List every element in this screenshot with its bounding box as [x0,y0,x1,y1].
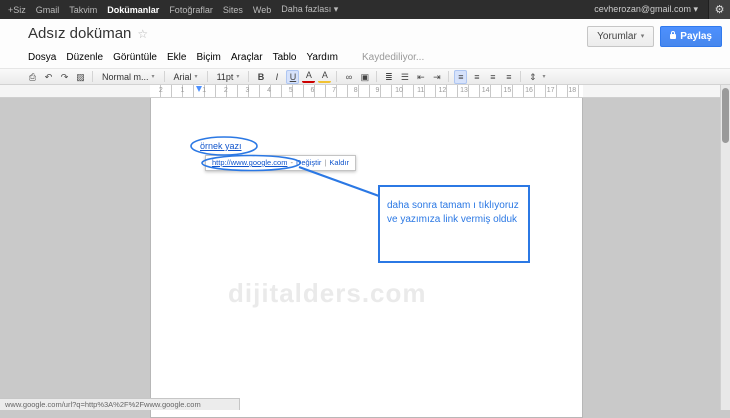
google-bar: +Siz Gmail Takvim Dokümanlar Fotoğraflar… [0,0,730,19]
document-title[interactable]: Adsız doküman [28,25,131,42]
underline-icon[interactable]: U [286,70,299,84]
chevron-down-icon: ▾ [542,73,545,80]
highlight-color-icon[interactable]: A [318,70,331,83]
annotation-callout-box: daha sonra tamam ı tıklıyoruz ve yazımız… [378,185,530,263]
menu-format[interactable]: Biçim [196,52,220,63]
gear-icon[interactable]: ⚙ [708,0,730,19]
toolbar-separator [336,71,337,82]
topbar-item-web[interactable]: Web [253,5,271,15]
toolbar-separator [164,71,165,82]
menu-file[interactable]: Dosya [28,52,56,63]
italic-icon[interactable]: I [270,70,283,84]
toolbar-separator [376,71,377,82]
comments-button-label: Yorumlar [597,27,637,46]
chevron-down-icon: ▾ [195,73,198,80]
chevron-down-icon: ▾ [152,73,155,80]
watermark-text: dijitalders.com [228,278,427,309]
ruler-strip: 2 1 1 2 3 4 5 6 7 8 9 10 11 12 13 14 15 … [150,85,583,97]
lock-icon [670,34,676,39]
outdent-icon[interactable]: ⇤ [414,70,427,84]
toolbar-separator [207,71,208,82]
document-link-text[interactable]: örnek yazı [200,141,242,151]
link-bubble-change[interactable]: Değiştir [296,156,321,170]
print-icon[interactable]: ⎙ [26,70,39,84]
document-canvas [0,98,730,410]
share-button[interactable]: Paylaş [660,26,722,47]
menu-tools[interactable]: Araçlar [231,52,263,63]
indent-icon[interactable]: ⇥ [430,70,443,84]
status-url-text: www.google.com/url?q=http%3A%2F%2Fwww.go… [5,400,201,409]
topbar-item-more[interactable]: Daha fazlası ▾ [281,4,338,15]
font-family-value: Arial [174,72,192,82]
indent-marker[interactable] [196,86,202,92]
align-left-icon[interactable]: ≡ [454,70,467,84]
bullet-list-icon[interactable]: ☰ [398,70,411,84]
topbar-item-sites[interactable]: Sites [223,5,243,15]
menu-edit[interactable]: Düzenle [66,52,103,63]
annotation-line-1: daha sonra tamam ı tıklıyoruz [387,199,522,213]
annotation-line-2: ve yazımıza link vermiş olduk [387,213,522,227]
topbar-item-photos[interactable]: Fotoğraflar [169,5,213,15]
vertical-scrollbar[interactable] [720,85,730,410]
menu-insert[interactable]: Ekle [167,52,186,63]
line-spacing-icon[interactable]: ⇕ [526,70,539,84]
chevron-down-icon: ▾ [641,27,645,46]
link-bubble-dash: - [290,156,293,170]
font-size-dropdown[interactable]: 11pt ▾ [213,70,244,84]
redo-icon[interactable]: ↷ [58,70,71,84]
chevron-down-icon: ▾ [236,73,239,80]
font-size-value: 11pt [217,72,234,82]
menu-bar: Dosya Düzenle Görüntüle Ekle Biçim Araçl… [28,52,424,63]
menu-table[interactable]: Tablo [273,52,297,63]
scrollbar-thumb[interactable] [722,88,729,143]
font-family-dropdown[interactable]: Arial ▾ [170,70,202,84]
star-icon[interactable]: ☆ [137,27,148,41]
insert-image-icon[interactable]: ▣ [358,70,371,84]
status-url-bar: www.google.com/url?q=http%3A%2F%2Fwww.go… [0,398,240,410]
topbar-item-gmail[interactable]: Gmail [36,5,60,15]
share-button-label: Paylaş [680,27,712,46]
link-bubble-pipe: | [324,156,326,170]
link-bubble: http://www.google.com - Değiştir | Kaldı… [205,155,356,171]
align-center-icon[interactable]: ≡ [470,70,483,84]
toolbar-separator [248,71,249,82]
toolbar-separator [448,71,449,82]
paragraph-style-value: Normal m... [102,72,149,82]
topbar-item-documents[interactable]: Dokümanlar [107,5,159,15]
toolbar: ⎙ ↶ ↷ ▨ Normal m... ▾ Arial ▾ 11pt ▾ B I… [0,68,730,85]
comments-button[interactable]: Yorumlar ▾ [587,26,654,47]
paragraph-style-dropdown[interactable]: Normal m... ▾ [98,70,159,84]
text-color-icon[interactable]: A [302,70,315,83]
undo-icon[interactable]: ↶ [42,70,55,84]
paint-format-icon[interactable]: ▨ [74,70,87,84]
ruler: 2 1 1 2 3 4 5 6 7 8 9 10 11 12 13 14 15 … [0,85,720,98]
menu-view[interactable]: Görüntüle [113,52,157,63]
topbar-item-plus-you[interactable]: +Siz [8,5,26,15]
link-bubble-url[interactable]: http://www.google.com [212,156,287,170]
account-menu[interactable]: cevherozan@gmail.com ▾ [594,4,698,15]
numbered-list-icon[interactable]: ≣ [382,70,395,84]
menu-help[interactable]: Yardım [306,52,338,63]
saving-status: Kaydediliyor... [362,52,424,63]
bold-icon[interactable]: B [254,70,267,84]
topbar-item-calendar[interactable]: Takvim [69,5,97,15]
toolbar-separator [92,71,93,82]
align-justify-icon[interactable]: ≡ [502,70,515,84]
link-bubble-remove[interactable]: Kaldır [329,156,349,170]
align-right-icon[interactable]: ≡ [486,70,499,84]
toolbar-separator [520,71,521,82]
insert-link-icon[interactable]: ∞ [342,70,355,84]
